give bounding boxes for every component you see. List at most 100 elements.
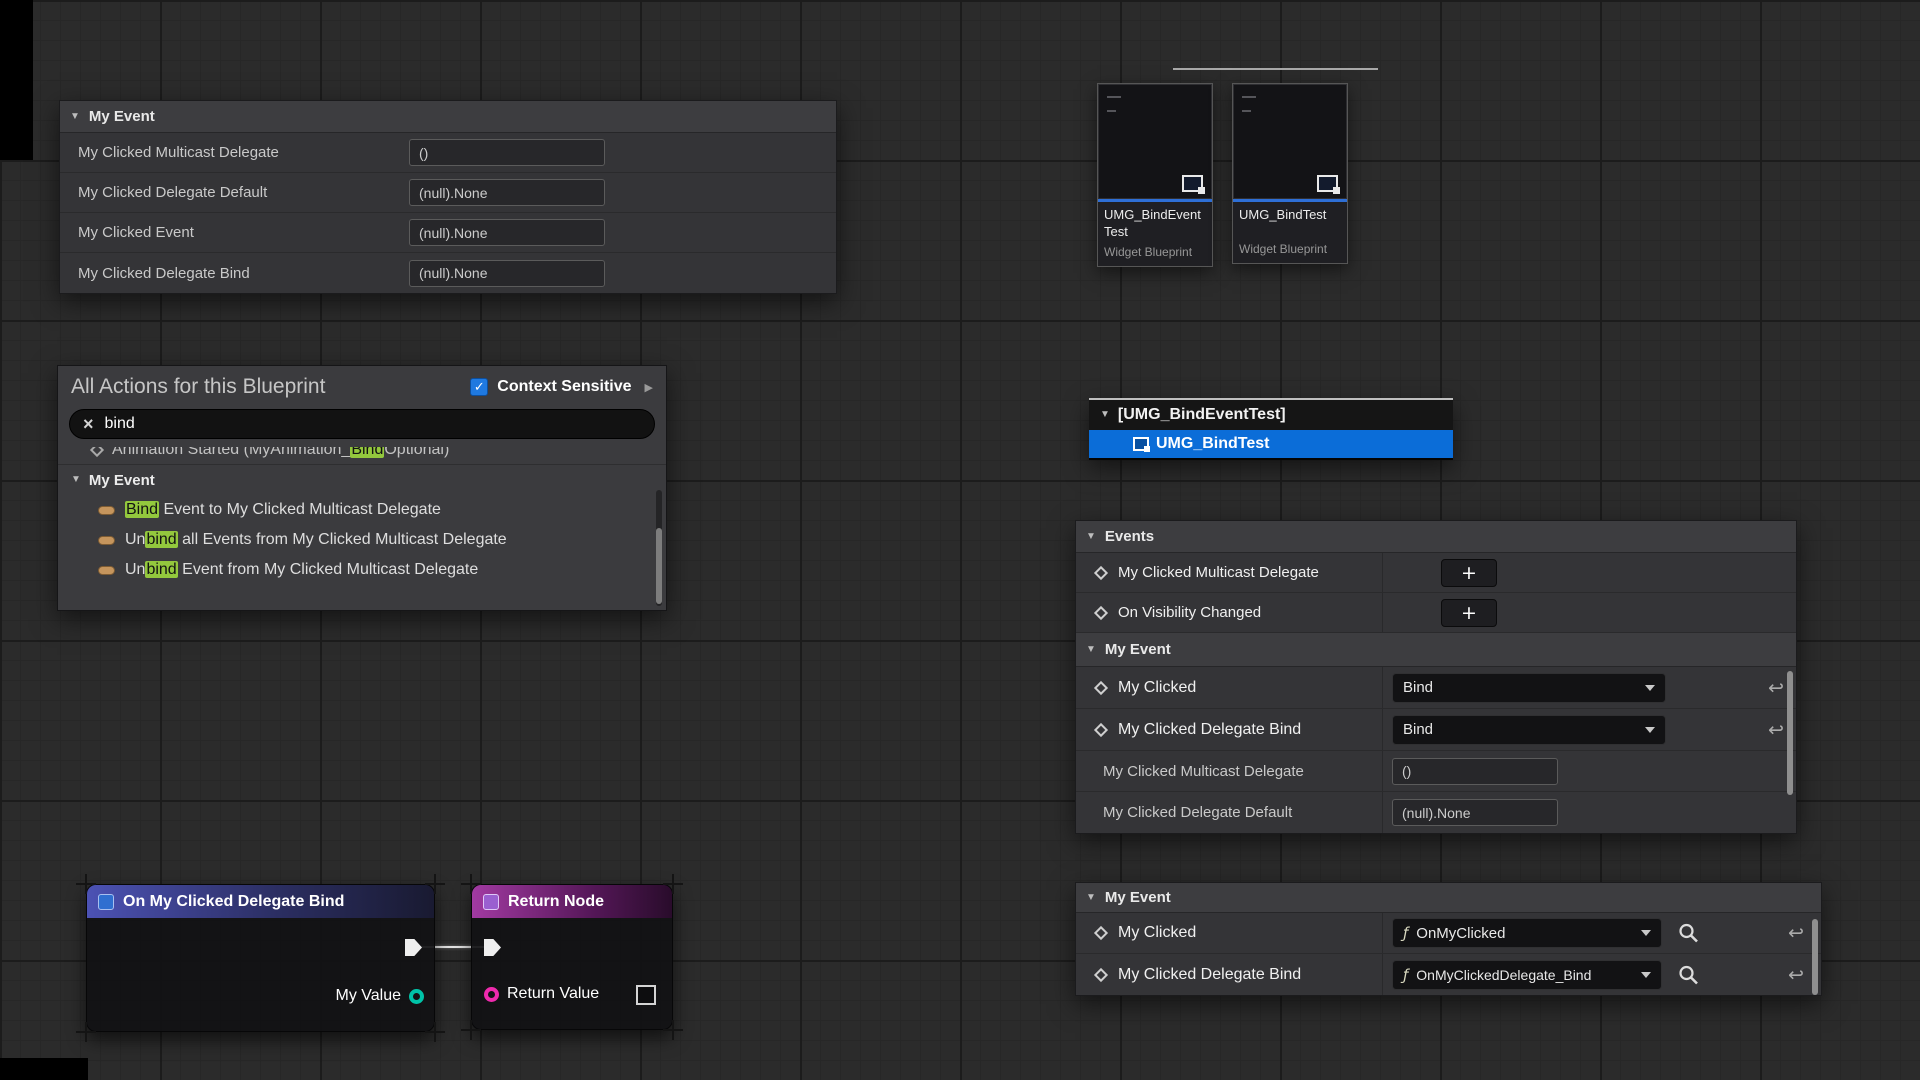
function-icon: ƒ	[1403, 966, 1408, 984]
delegate-pill-icon	[98, 566, 115, 575]
asset-type: Widget Blueprint	[1098, 243, 1212, 266]
category-header[interactable]: ▼ My Event	[60, 101, 836, 133]
action-item-bind-event[interactable]: Bind Event to My Clicked Multicast Deleg…	[58, 495, 666, 525]
node-title-bar[interactable]: On My Clicked Delegate Bind	[87, 885, 434, 918]
collapse-arrow-icon[interactable]: ▼	[71, 475, 81, 485]
browse-to-function-icon[interactable]	[1678, 923, 1699, 944]
context-sensitive-checkbox[interactable]: ✓	[470, 378, 488, 396]
collapse-arrow-icon[interactable]: ▼	[1100, 410, 1110, 420]
column-divider	[1382, 667, 1383, 708]
details-scrollbar-thumb[interactable]	[1787, 671, 1793, 795]
actions-search-row: × bind	[58, 408, 666, 447]
widget-blueprint-icon	[1317, 175, 1338, 192]
function-icon: ƒ	[1403, 924, 1408, 942]
function-dropdown[interactable]: ƒ OnMyClicked	[1392, 918, 1662, 948]
asset-tile-umg-bindtest[interactable]: UMG_BindTest Widget Blueprint	[1232, 83, 1348, 264]
value-output-pin[interactable]	[409, 989, 424, 1004]
action-item-unbind-all[interactable]: Unbind all Events from My Clicked Multic…	[58, 525, 666, 555]
delegate-pill-icon	[98, 506, 115, 515]
reset-to-default-icon[interactable]: ↩	[1768, 677, 1784, 699]
widget-blueprint-icon	[1182, 175, 1203, 192]
property-row[interactable]: My Clicked Multicast Delegate ()	[1076, 751, 1796, 792]
blueprint-actions-menu: All Actions for this Blueprint ✓ Context…	[57, 365, 667, 611]
actions-category-row[interactable]: ▼ My Event	[58, 465, 666, 495]
collapse-arrow-icon[interactable]: ▼	[1086, 893, 1096, 903]
property-value-field[interactable]: ()	[409, 139, 605, 166]
item-text-pre: Un	[125, 561, 145, 578]
property-value-field[interactable]: (null).None	[409, 219, 605, 246]
output-pin-row: My Value	[335, 987, 424, 1005]
hierarchy-root-row[interactable]: ▼ [UMG_BindEventTest]	[1089, 400, 1453, 430]
function-bind-row[interactable]: My Clicked ƒ OnMyClicked ↩	[1076, 913, 1821, 954]
delegate-diamond-icon	[1094, 605, 1108, 619]
property-label: My Clicked Delegate Bind	[78, 265, 250, 282]
bind-dropdown[interactable]: Bind	[1392, 715, 1666, 745]
dropdown-value: Bind	[1403, 721, 1433, 738]
bound-event-icon	[98, 894, 114, 910]
property-value-field[interactable]: (null).None	[1392, 799, 1558, 826]
actions-search-input[interactable]: × bind	[69, 409, 655, 439]
add-event-button[interactable]: +	[1441, 599, 1497, 627]
property-value-field[interactable]: (null).None	[409, 260, 605, 287]
property-row[interactable]: My Clicked Multicast Delegate ()	[60, 133, 836, 173]
return-node-icon	[483, 894, 499, 910]
return-value-checkbox[interactable]	[636, 985, 656, 1005]
events-header[interactable]: ▼ Events	[1076, 521, 1796, 553]
exec-input-pin[interactable]	[484, 939, 501, 956]
hierarchy-selected-row[interactable]: UMG_BindTest	[1089, 430, 1453, 458]
action-item-unbind-event[interactable]: Unbind Event from My Clicked Multicast D…	[58, 555, 666, 585]
my-event-header[interactable]: ▼ My Event	[1076, 633, 1796, 667]
scrolled-clipped-item[interactable]: Animation Started (MyAnimation_BindOptio…	[58, 447, 666, 465]
property-row[interactable]: My Clicked Delegate Default (null).None	[60, 173, 836, 213]
return-value-input-pin[interactable]	[484, 987, 499, 1002]
input-pin-label: Return Value	[507, 985, 599, 1003]
property-value: (null).None	[419, 225, 487, 241]
asset-type: Widget Blueprint	[1233, 240, 1347, 263]
property-value: ()	[1402, 763, 1411, 779]
function-dropdown[interactable]: ƒ OnMyClickedDelegate_Bind	[1392, 960, 1662, 990]
my-event-header[interactable]: ▼ My Event	[1076, 883, 1821, 913]
exec-output-pin[interactable]	[405, 939, 422, 956]
event-row[interactable]: My Clicked Multicast Delegate +	[1076, 553, 1796, 593]
property-value-field[interactable]: ()	[1392, 758, 1558, 785]
event-icon	[90, 447, 104, 457]
item-text-pre: Animation Started (MyAnimation_	[112, 447, 350, 458]
delegate-bind-row[interactable]: My Clicked Bind ↩	[1076, 667, 1796, 709]
clear-search-icon[interactable]: ×	[83, 415, 94, 433]
event-node[interactable]: On My Clicked Delegate Bind My Value	[86, 884, 435, 1032]
dropdown-value: OnMyClicked	[1416, 925, 1505, 942]
browse-to-function-icon[interactable]	[1678, 964, 1699, 985]
reset-to-default-icon[interactable]: ↩	[1788, 964, 1804, 986]
add-event-button[interactable]: +	[1441, 559, 1497, 587]
my-event-header-label: My Event	[1105, 889, 1171, 906]
reset-to-default-icon[interactable]: ↩	[1788, 922, 1804, 944]
collapse-arrow-icon[interactable]: ▼	[1086, 532, 1096, 542]
event-row[interactable]: On Visibility Changed +	[1076, 593, 1796, 633]
thumbnail-doodle	[1242, 96, 1256, 98]
item-text-post: Event from My Clicked Multicast Delegate	[178, 561, 479, 578]
actions-category-label: My Event	[89, 472, 155, 489]
delegate-label: My Clicked	[1118, 924, 1196, 942]
asset-thumbnail[interactable]	[1233, 84, 1347, 202]
collapse-arrow-icon[interactable]: ▼	[1086, 645, 1096, 655]
return-node[interactable]: Return Node Return Value	[471, 884, 673, 1030]
property-value-field[interactable]: (null).None	[409, 179, 605, 206]
asset-thumbnail[interactable]	[1098, 84, 1212, 202]
expand-arrow-icon[interactable]: ▶	[645, 381, 653, 394]
property-row[interactable]: My Clicked Event (null).None	[60, 213, 836, 253]
property-row[interactable]: My Clicked Delegate Bind (null).None	[60, 253, 836, 293]
reset-to-default-icon[interactable]: ↩	[1768, 719, 1784, 741]
collapse-arrow-icon[interactable]: ▼	[70, 112, 80, 122]
property-row[interactable]: My Clicked Delegate Default (null).None	[1076, 792, 1796, 833]
search-match-highlight: Bind	[125, 501, 159, 518]
asset-tile-umg-bindeventtest[interactable]: UMG_BindEventTest Widget Blueprint	[1097, 83, 1213, 267]
item-text: Animation Started (MyAnimation_BindOptio…	[112, 447, 449, 459]
details-scrollbar-thumb[interactable]	[1812, 919, 1818, 995]
asset-name: UMG_BindEventTest	[1098, 202, 1212, 243]
property-label: My Clicked Delegate Default	[78, 184, 267, 201]
actions-scrollbar-thumb[interactable]	[656, 528, 662, 604]
function-bind-row[interactable]: My Clicked Delegate Bind ƒ OnMyClickedDe…	[1076, 954, 1821, 995]
bind-dropdown[interactable]: Bind	[1392, 673, 1666, 703]
node-title-bar[interactable]: Return Node	[472, 885, 672, 918]
delegate-bind-row[interactable]: My Clicked Delegate Bind Bind ↩	[1076, 709, 1796, 751]
